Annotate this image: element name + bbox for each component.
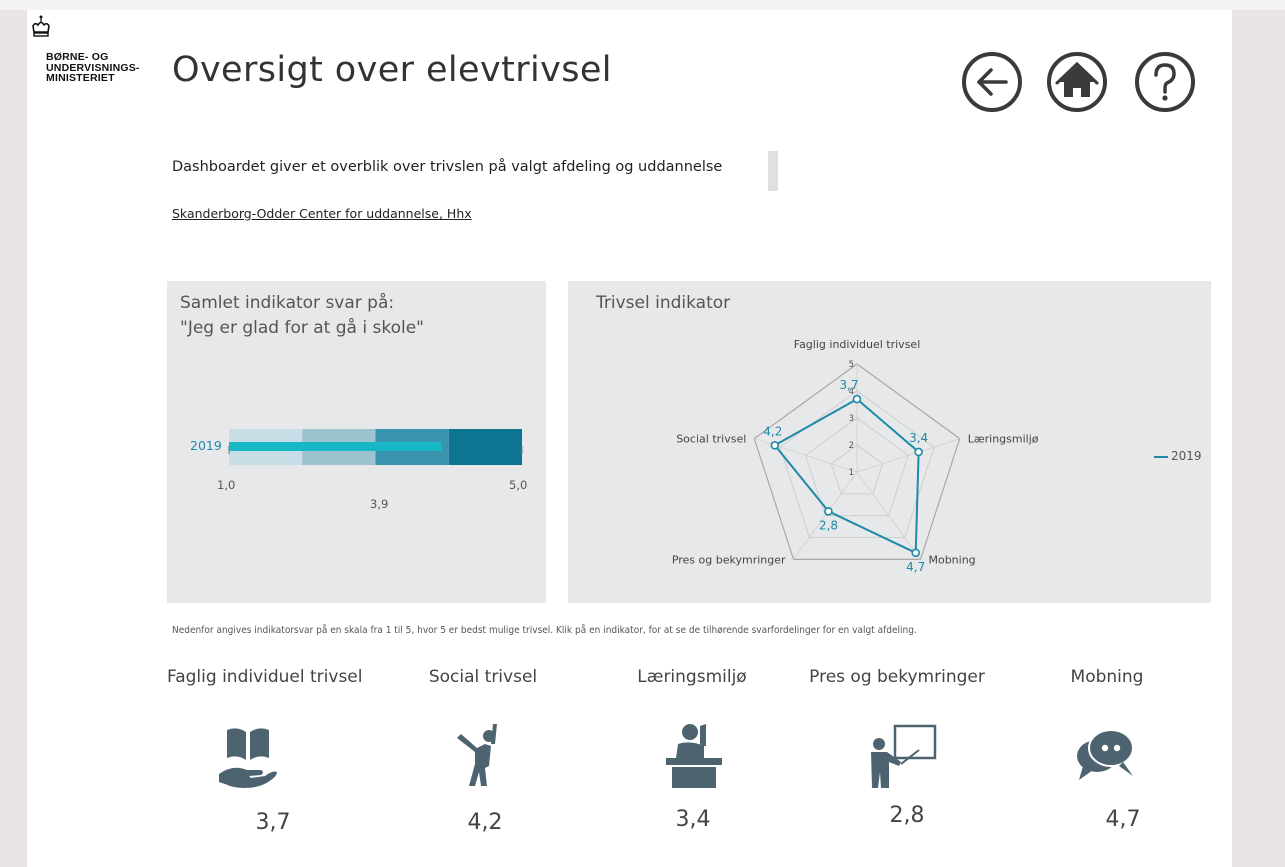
- back-button[interactable]: [961, 51, 1023, 113]
- home-icon: [1055, 61, 1099, 97]
- radar-category-label: Faglig individuel trivsel: [794, 338, 921, 351]
- radar-category-label: Læringsmiljø: [968, 433, 1039, 446]
- logo-line-1: BØRNE- OG: [46, 51, 109, 63]
- radar-data-label: 2,8: [819, 518, 838, 532]
- ministry-logo-text: BØRNE- OG UNDERVISNINGS- MINISTERIET: [46, 52, 140, 84]
- selected-department-link[interactable]: Skanderborg-Odder Center for uddannelse,…: [172, 206, 472, 221]
- gauge-title-line2: "Jeg er glad for at gå i skole": [180, 318, 424, 338]
- radar-tick-label: 2: [849, 441, 854, 451]
- legend-label: 2019: [1171, 449, 1202, 463]
- radar-point[interactable]: [852, 394, 862, 404]
- indicator-label: Pres og bekymringer: [809, 667, 985, 687]
- gauge-min-label: 1,0: [217, 478, 236, 492]
- side-panel: [1232, 10, 1285, 867]
- radar-tick-label: 1: [849, 468, 854, 478]
- indicator-label: Faglig individuel trivsel: [167, 667, 363, 687]
- speech-bubbles-icon: [1077, 729, 1134, 780]
- indicator-value: 3,4: [675, 807, 711, 832]
- student-desk-icon: [666, 724, 722, 788]
- home-button[interactable]: [1046, 51, 1108, 113]
- question-icon: [1154, 63, 1176, 101]
- legend-swatch: [1154, 456, 1168, 458]
- radar-spoke: [754, 438, 858, 473]
- scale-note: Nedenfor angives indikatorsvar på en ska…: [172, 625, 917, 636]
- filter-slicer[interactable]: [768, 151, 778, 191]
- dashboard-description: Dashboardet giver et overblik over trivs…: [172, 159, 723, 175]
- bullet-chart[interactable]: [167, 411, 546, 521]
- radar-tick-label: 3: [849, 414, 854, 424]
- radar-data-label: 4,2: [763, 424, 782, 438]
- radar-chart[interactable]: 12345Faglig individuel trivselLæringsmil…: [568, 281, 1211, 603]
- gauge-band: [448, 429, 522, 465]
- teacher-board-icon: [871, 724, 937, 788]
- indicator-label: Social trivsel: [428, 667, 538, 687]
- radar-tick-label: 5: [849, 360, 854, 370]
- radar-data-label: 3,7: [839, 378, 858, 392]
- book-hand-icon: [219, 728, 277, 788]
- overall-indicator-panel: Samlet indikator svar på: "Jeg er glad f…: [167, 281, 546, 603]
- radar-category-label: Mobning: [928, 553, 975, 566]
- radar-point[interactable]: [824, 507, 833, 516]
- indicator-label: Mobning: [1070, 667, 1144, 687]
- radar-data-label: 4,7: [906, 560, 925, 574]
- cheering-person-icon: [457, 724, 497, 786]
- dashboard-page: BØRNE- OG UNDERVISNINGS- MINISTERIET Ove…: [27, 10, 1232, 867]
- radar-point[interactable]: [914, 447, 923, 457]
- radar-category-label: Social trivsel: [676, 433, 746, 446]
- indicator-label: Læringsmiljø: [637, 667, 747, 687]
- help-button[interactable]: [1134, 51, 1196, 113]
- radar-series-line: [773, 397, 920, 555]
- gauge-value-label: 3,9: [370, 497, 389, 511]
- indicator-value: 4,7: [1105, 807, 1141, 832]
- radar-category-label: Pres og bekymringer: [672, 553, 786, 566]
- logo-line-3: MINISTERIET: [46, 72, 115, 84]
- indicator-value: 3,7: [255, 810, 291, 835]
- radar-point[interactable]: [770, 441, 780, 450]
- gauge-year-label: 2019: [190, 438, 222, 453]
- gauge-max-label: 5,0: [509, 478, 528, 492]
- wellbeing-indicator-panel: Trivsel indikator 1 2 3 4 5 Faglig individuel…: [568, 281, 1211, 603]
- indicator-value: 4,2: [467, 810, 503, 835]
- page-title: Oversigt over elevtrivsel: [172, 50, 612, 90]
- crown-icon: [32, 15, 50, 37]
- radar-data-label: 3,4: [909, 431, 928, 445]
- gauge-title-line1: Samlet indikator svar på:: [180, 293, 395, 313]
- arrow-left-icon: [977, 68, 1008, 96]
- top-strip: [0, 0, 1285, 10]
- gauge-value-bar: [229, 442, 442, 451]
- radar-point[interactable]: [911, 548, 921, 558]
- indicator-value: 2,8: [889, 803, 925, 828]
